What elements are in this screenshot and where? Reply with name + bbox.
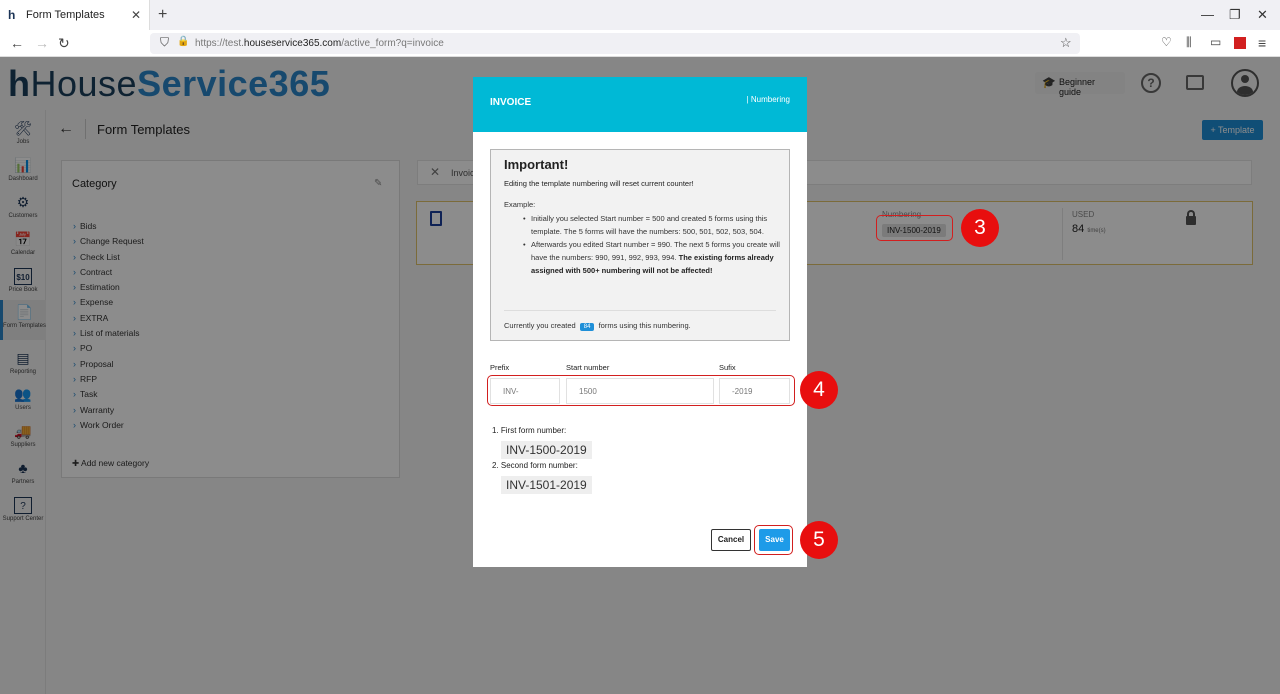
forward-icon[interactable]: → — [35, 35, 49, 51]
modal-title: INVOICE — [490, 97, 532, 108]
suffix-label: Sufix — [719, 363, 736, 372]
annotation-step-4: 4 — [800, 371, 838, 409]
extension-icon[interactable] — [1234, 37, 1246, 49]
notice-footer: Currently you created 84 forms using thi… — [504, 321, 691, 331]
modal-header: INVOICE | Numbering — [473, 77, 807, 132]
window-close-icon[interactable]: ✕ — [1257, 7, 1268, 23]
cancel-button[interactable]: Cancel — [711, 529, 751, 551]
bookmark-star-icon[interactable]: ☆ — [1060, 35, 1072, 51]
numbering-modal: INVOICE | Numbering Important! Editing t… — [473, 77, 807, 567]
shield-icon: ⛉ — [160, 35, 170, 49]
notice-title: Important! — [504, 157, 569, 172]
browser-tabbar: h Form Templates ✕ + — ❐ ✕ — [0, 0, 1280, 30]
first-number-label: 1. First form number: — [492, 426, 567, 435]
annotation-step-5: 5 — [800, 521, 838, 559]
tab-close-icon[interactable]: ✕ — [131, 8, 141, 22]
pocket-icon[interactable]: ♡ — [1161, 35, 1172, 49]
modal-subtitle: | Numbering — [746, 95, 790, 104]
back-icon[interactable]: ← — [10, 35, 24, 51]
annotation-highlight-4 — [487, 375, 795, 406]
restore-icon[interactable]: ❐ — [1229, 7, 1241, 23]
second-number-value: INV-1501-2019 — [501, 476, 592, 494]
tab-title: Form Templates — [26, 9, 105, 21]
notice-divider — [504, 310, 776, 311]
annotation-highlight-5 — [754, 525, 793, 555]
first-number-value: INV-1500-2019 — [501, 441, 592, 459]
browser-navbar: ← → ↻ ⛉ 🔒 https://test.houseservice365.c… — [0, 30, 1280, 57]
forms-count-badge: 84 — [579, 323, 595, 331]
menu-icon[interactable]: ≡ — [1258, 35, 1266, 51]
library-icon[interactable]: ⫼ — [1186, 35, 1192, 50]
notice-warning: Editing the template numbering will rese… — [504, 179, 694, 188]
annotation-step-3: 3 — [961, 209, 999, 247]
sidebar-toggle-icon[interactable]: ▭ — [1210, 35, 1221, 49]
url-text: https://test.houseservice365.com/active_… — [195, 38, 444, 49]
important-notice: Important! Editing the template numberin… — [490, 149, 790, 341]
start-number-label: Start number — [566, 363, 610, 372]
minimize-icon[interactable]: — — [1201, 7, 1214, 22]
url-bar[interactable]: ⛉ 🔒 https://test.houseservice365.com/act… — [150, 33, 1080, 54]
notice-bullet: Initially you selected Start number = 50… — [523, 212, 781, 238]
notice-bullet: Afterwards you edited Start number = 990… — [523, 238, 781, 277]
reload-icon[interactable]: ↻ — [58, 35, 70, 52]
browser-tab[interactable]: h Form Templates ✕ — [0, 0, 150, 30]
lock-icon: 🔒 — [177, 36, 190, 47]
second-number-label: 2. Second form number: — [492, 461, 578, 470]
annotation-highlight-3 — [876, 215, 953, 241]
new-tab-icon[interactable]: + — [158, 6, 167, 24]
notice-list: Initially you selected Start number = 50… — [523, 212, 781, 277]
notice-example-label: Example: — [504, 200, 536, 209]
favicon-icon: h — [8, 8, 16, 22]
prefix-label: Prefix — [490, 363, 510, 372]
